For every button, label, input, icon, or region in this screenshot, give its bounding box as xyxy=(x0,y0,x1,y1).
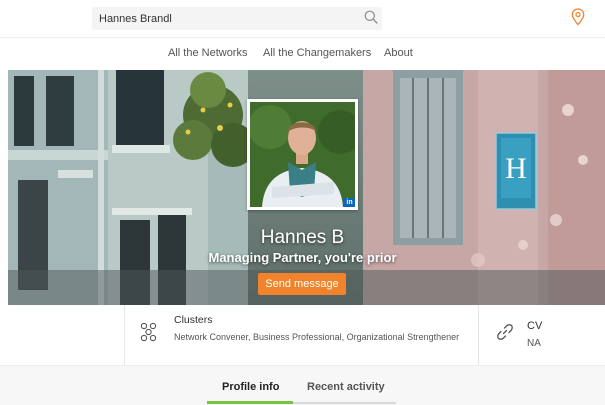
linkedin-icon[interactable]: in xyxy=(344,198,355,207)
top-bar xyxy=(0,0,605,38)
nav-item-changemakers[interactable]: All the Changemakers xyxy=(263,47,371,59)
main-nav: All the Networks All the Changemakers Ab… xyxy=(0,38,605,70)
clusters-title: Clusters xyxy=(174,314,213,326)
active-tab-indicator xyxy=(207,401,293,404)
search-box[interactable] xyxy=(92,7,382,30)
tab-indicator-track xyxy=(293,402,396,404)
tab-profile-info[interactable]: Profile info xyxy=(222,381,279,393)
divider xyxy=(124,305,125,366)
profile-avatar: in xyxy=(247,99,358,210)
svg-text:H: H xyxy=(505,152,527,185)
clusters-icon xyxy=(140,322,157,342)
nav-item-about[interactable]: About xyxy=(384,47,413,59)
send-message-button[interactable]: Send message xyxy=(258,273,346,295)
divider xyxy=(478,305,479,366)
profile-photo xyxy=(250,102,355,207)
profile-tabs xyxy=(0,366,605,405)
cv-title: CV xyxy=(527,320,543,332)
location-pin-icon[interactable] xyxy=(571,8,585,26)
cv-value[interactable]: NA xyxy=(527,338,541,349)
search-input[interactable] xyxy=(92,7,352,30)
profile-name: Hannes B xyxy=(260,227,345,248)
link-icon[interactable] xyxy=(496,323,514,341)
tab-recent-activity[interactable]: Recent activity xyxy=(307,381,385,393)
profile-role: Managing Partner, you're prior xyxy=(208,250,397,265)
nav-item-networks[interactable]: All the Networks xyxy=(168,47,247,59)
clusters-value: Network Convener, Business Professional,… xyxy=(174,332,460,342)
search-icon[interactable] xyxy=(364,10,378,24)
